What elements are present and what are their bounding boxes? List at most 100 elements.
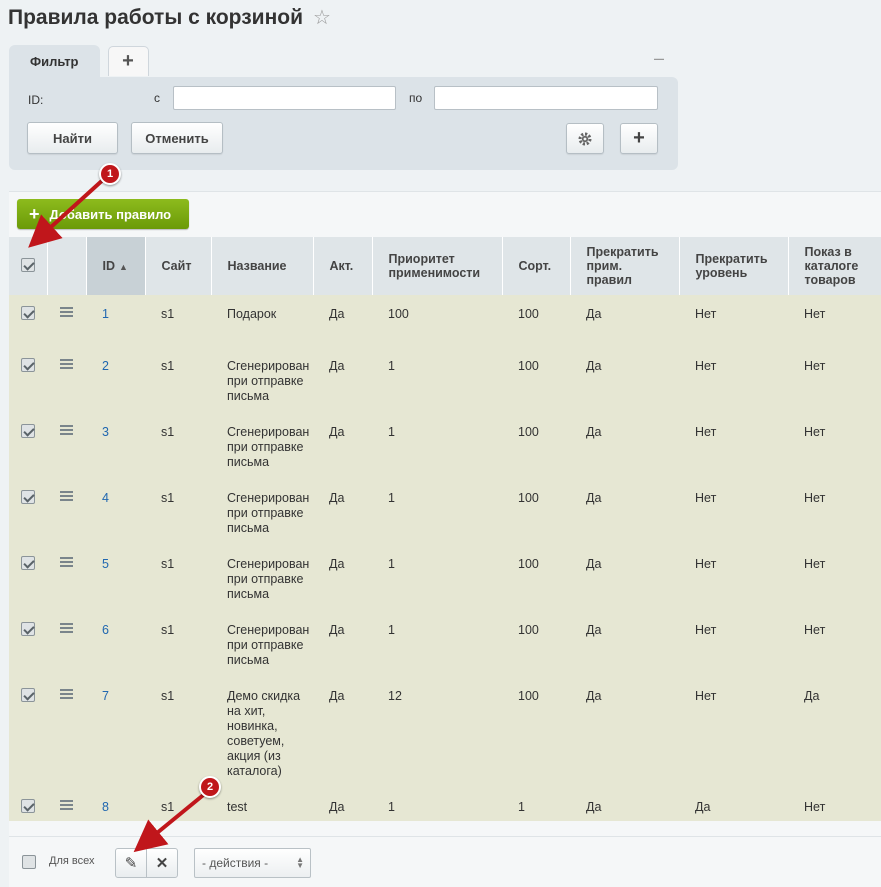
cell-stop-level: Нет xyxy=(679,295,788,347)
row-menu-cell xyxy=(47,787,86,821)
hamburger-icon[interactable] xyxy=(60,799,73,810)
row-checkbox[interactable] xyxy=(21,798,35,813)
table-row[interactable]: 4 s1 Сгенерирован при отправке письма Да 1 10… xyxy=(9,478,881,545)
hamburger-icon[interactable] xyxy=(60,307,73,317)
cell-show-catalog: Нет xyxy=(788,412,881,479)
hamburger-icon[interactable] xyxy=(60,424,73,435)
add-rule-label: Добавить правило xyxy=(49,206,172,222)
cell-stop-level: Нет xyxy=(679,676,788,788)
add-filter-field-button[interactable]: + xyxy=(620,123,658,154)
sort-asc-icon: ▲ xyxy=(119,261,128,272)
row-select-cell xyxy=(9,676,47,788)
star-icon[interactable]: ☆ xyxy=(313,5,331,30)
cell-priority: 1 xyxy=(372,544,502,611)
cell-show-catalog: Нет xyxy=(788,346,881,413)
cell-priority: 1 xyxy=(372,610,502,677)
actions-select[interactable]: - действия - ▲ ▼ xyxy=(194,848,311,878)
hamburger-icon[interactable] xyxy=(60,358,73,369)
grid-footer: Для всех ✎ ✕ - действия - ▲ ▼ xyxy=(9,836,881,887)
row-checkbox[interactable] xyxy=(21,687,35,702)
cancel-button[interactable]: Отменить xyxy=(131,122,223,154)
cell-sort: 100 xyxy=(502,346,570,413)
column-id[interactable]: ID ▲ xyxy=(86,237,146,295)
cell-id[interactable]: 3 xyxy=(86,412,145,479)
cell-id[interactable]: 4 xyxy=(86,478,145,545)
select-all-checkbox[interactable] xyxy=(20,257,35,272)
column-sort[interactable]: Сорт. xyxy=(502,237,571,295)
cell-priority: 12 xyxy=(372,676,502,788)
settings-button[interactable] xyxy=(566,123,604,154)
delete-button[interactable]: ✕ xyxy=(146,848,178,878)
cell-show-catalog: Да xyxy=(788,676,881,788)
row-select-cell xyxy=(9,478,47,545)
row-select-cell xyxy=(9,544,47,611)
add-rule-button[interactable]: + Добавить правило xyxy=(17,199,189,229)
cell-name: Сгенерирован при отправке письма xyxy=(211,610,313,677)
table-row[interactable]: 8 s1 test Да 1 1 Да Да Нет xyxy=(9,787,881,821)
cell-show-catalog: Нет xyxy=(788,787,881,821)
cell-id[interactable]: 8 xyxy=(86,787,145,821)
column-show-catalog[interactable]: Показ в каталоге товаров xyxy=(788,237,881,295)
column-stop-level[interactable]: Прекратить уровень xyxy=(679,237,789,295)
row-select-cell xyxy=(9,412,47,479)
find-button[interactable]: Найти xyxy=(27,122,118,154)
row-select-cell xyxy=(9,346,47,413)
id-to-label: по xyxy=(409,91,423,105)
tab-filter[interactable]: Фильтр xyxy=(9,45,100,77)
cell-stop-level: Нет xyxy=(679,346,788,413)
hamburger-icon[interactable] xyxy=(60,490,73,501)
cell-id[interactable]: 7 xyxy=(86,676,145,788)
hamburger-icon[interactable] xyxy=(60,556,73,567)
table-row[interactable]: 2 s1 Сгенерирован при отправке письма Да 1 10… xyxy=(9,346,881,413)
column-stop-rules[interactable]: Прекратить прим. правил xyxy=(570,237,680,295)
row-checkbox[interactable] xyxy=(21,621,35,636)
cell-name: Сгенерирован при отправке письма xyxy=(211,478,313,545)
table-row[interactable]: 1 s1 Подарок Да 100 100 Да Нет Нет xyxy=(9,295,881,347)
row-menu-cell xyxy=(47,610,86,677)
cell-priority: 100 xyxy=(372,295,502,347)
cell-id[interactable]: 2 xyxy=(86,346,145,413)
cell-active: Да xyxy=(313,610,372,677)
id-from-label: с xyxy=(154,91,160,105)
row-select-cell xyxy=(9,295,47,347)
cell-stop-rules: Да xyxy=(570,412,679,479)
edit-button[interactable]: ✎ xyxy=(115,848,147,878)
column-id-label: ID xyxy=(102,258,116,273)
cell-id[interactable]: 6 xyxy=(86,610,145,677)
row-select-cell xyxy=(9,610,47,677)
row-checkbox[interactable] xyxy=(21,555,35,570)
table-row[interactable]: 3 s1 Сгенерирован при отправке письма Да 1 10… xyxy=(9,412,881,479)
row-menu-cell xyxy=(47,295,86,347)
table-row[interactable]: 5 s1 Сгенерирован при отправке письма Да 1 10… xyxy=(9,544,881,611)
cell-show-catalog: Нет xyxy=(788,610,881,677)
table-row[interactable]: 6 s1 Сгенерирован при отправке письма Да 1 10… xyxy=(9,610,881,677)
column-active[interactable]: Акт. xyxy=(313,237,373,295)
rules-table: ID ▲ Сайт Название Акт. Приоритет примени… xyxy=(9,237,881,821)
cell-sort: 100 xyxy=(502,544,570,611)
minimize-icon[interactable]: – xyxy=(654,48,664,69)
row-checkbox[interactable] xyxy=(21,357,35,372)
cell-name: Сгенерирован при отправке письма xyxy=(211,346,313,413)
close-icon: ✕ xyxy=(155,855,169,872)
for-all-checkbox[interactable] xyxy=(22,855,36,869)
hamburger-icon[interactable] xyxy=(60,688,73,699)
id-to-input[interactable] xyxy=(434,86,658,110)
pencil-icon: ✎ xyxy=(124,855,138,872)
column-priority[interactable]: Приоритет применимости xyxy=(372,237,503,295)
id-from-input[interactable] xyxy=(173,86,396,110)
cell-id[interactable]: 5 xyxy=(86,544,145,611)
cell-id[interactable]: 1 xyxy=(86,295,145,347)
row-checkbox[interactable] xyxy=(21,306,35,320)
hamburger-icon[interactable] xyxy=(60,622,73,633)
cell-stop-rules: Да xyxy=(570,544,679,611)
cell-name: Подарок xyxy=(211,295,313,347)
column-site[interactable]: Сайт xyxy=(145,237,212,295)
row-menu-cell xyxy=(47,346,86,413)
cell-active: Да xyxy=(313,544,372,611)
cell-name: test xyxy=(211,787,313,821)
add-filter-tab-button[interactable]: + xyxy=(107,46,149,76)
row-checkbox[interactable] xyxy=(21,489,35,504)
row-checkbox[interactable] xyxy=(21,423,35,438)
column-name[interactable]: Название xyxy=(211,237,314,295)
table-row[interactable]: 7 s1 Демо скидка на хит, новинка, советуем… xyxy=(9,676,881,788)
